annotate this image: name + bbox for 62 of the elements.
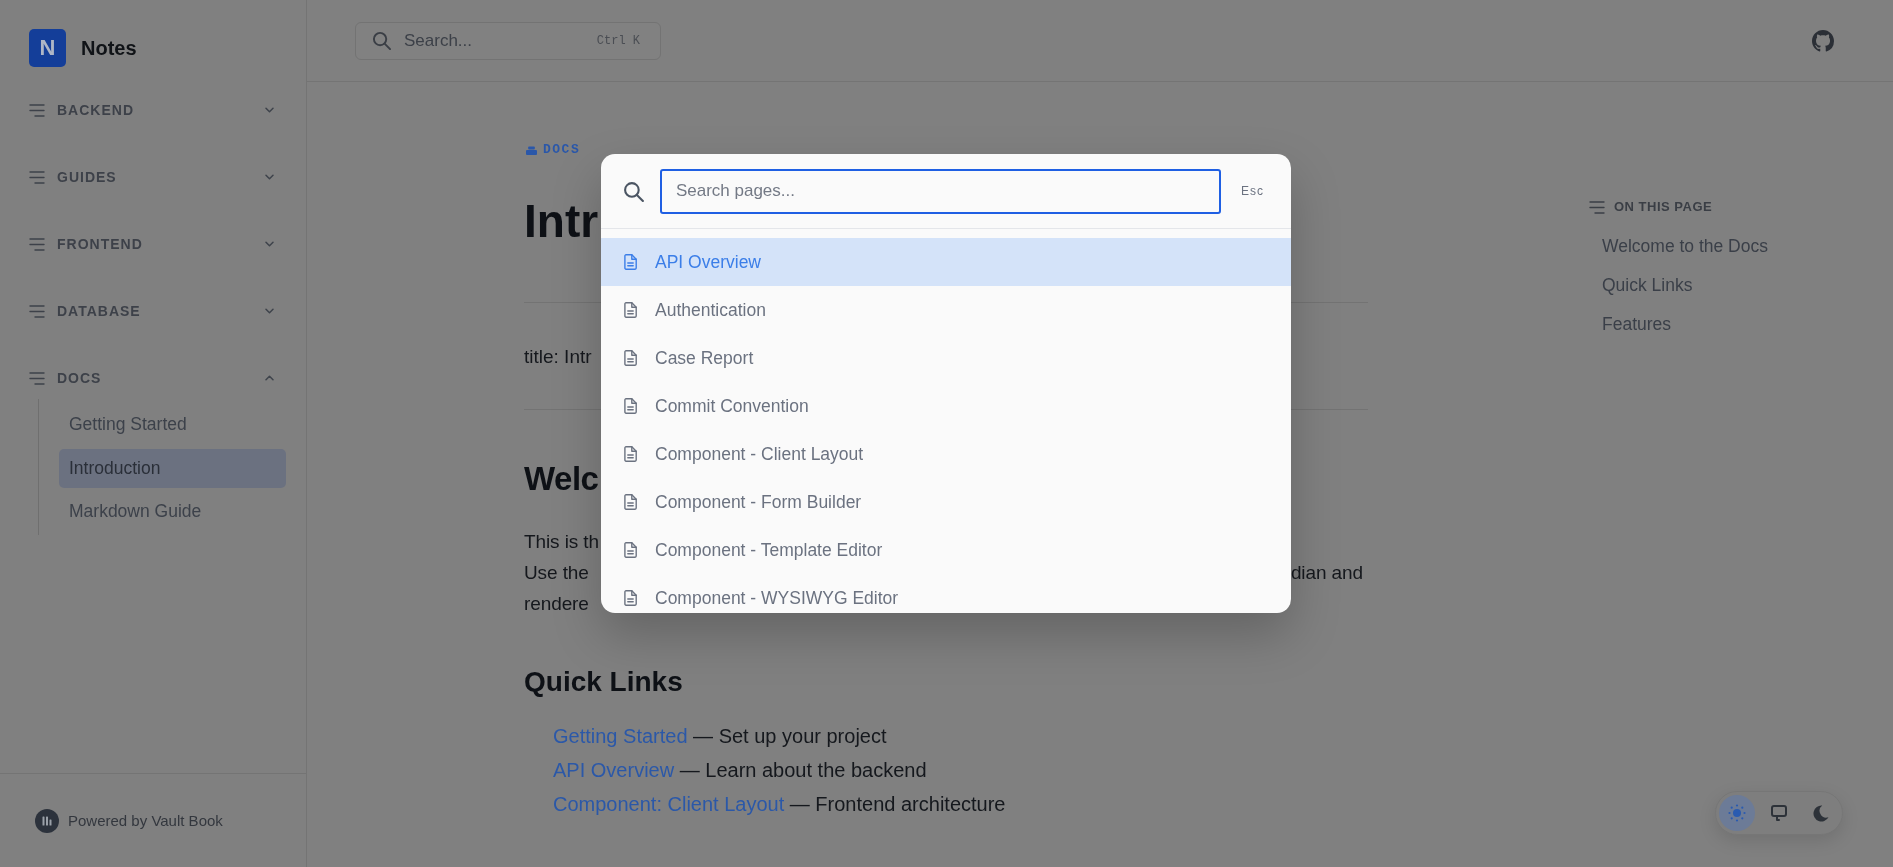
sun-icon xyxy=(1728,804,1746,822)
toc-heading: ON THIS PAGE xyxy=(1614,198,1713,216)
section-heading: Quick Links xyxy=(524,665,683,699)
toc-link[interactable]: Quick Links xyxy=(1602,266,1693,305)
link[interactable]: Getting Started xyxy=(553,724,688,747)
document-icon xyxy=(624,446,637,462)
esc-key-hint: Esc xyxy=(1241,183,1264,199)
list-icon xyxy=(29,170,45,184)
nav-item[interactable]: Introduction xyxy=(59,448,286,488)
app-title: Notes xyxy=(81,36,137,60)
bars-logo-icon xyxy=(35,808,59,833)
nav-item[interactable]: Getting Started xyxy=(59,405,286,444)
document-icon xyxy=(624,350,637,366)
search-result[interactable]: API Overview xyxy=(601,238,1291,286)
toc-link[interactable]: Features xyxy=(1602,305,1672,344)
list-icon xyxy=(29,237,45,251)
document-icon xyxy=(624,590,637,606)
search-result[interactable]: Component - Form Builder xyxy=(601,478,1291,526)
paragraph-text: Use the xyxy=(524,561,589,585)
section-heading: Welc xyxy=(524,459,599,499)
document-icon xyxy=(624,254,637,270)
nav-item[interactable]: Markdown Guide xyxy=(59,492,286,531)
github-icon[interactable] xyxy=(1812,29,1834,52)
list-icon xyxy=(29,371,45,385)
search-result[interactable]: Commit Convention xyxy=(601,382,1291,430)
list-item-text: API Overview — Learn about the backend xyxy=(553,757,927,783)
document-icon xyxy=(624,494,637,510)
list-item-text: Getting Started — Set up your project xyxy=(553,723,887,749)
stack-icon xyxy=(526,145,537,155)
paragraph-text: dian and xyxy=(1290,561,1363,585)
link[interactable]: Component: Client Layout xyxy=(553,792,785,815)
powered-by-text: Powered by Vault Book xyxy=(68,810,223,831)
document-icon xyxy=(624,542,637,558)
paragraph-text: This is th xyxy=(524,530,600,554)
nav-section-header[interactable]: GUIDES xyxy=(0,157,306,197)
search-result[interactable]: Component - WYSIWYG Editor xyxy=(601,574,1291,612)
link[interactable]: API Overview xyxy=(553,758,675,781)
document-icon xyxy=(624,302,637,318)
search-icon xyxy=(372,31,391,50)
moon-icon xyxy=(1813,804,1829,822)
list-item-text: Component: Client Layout — Frontend architecture xyxy=(553,791,1006,817)
toc-link[interactable]: Welcome to the Docs xyxy=(1602,227,1768,266)
frontmatter-text: title: Intr xyxy=(524,345,592,369)
breadcrumb-link[interactable]: DOCS xyxy=(524,140,581,160)
search-result[interactable]: Component - Template Editor xyxy=(601,526,1291,574)
app-logo: N xyxy=(29,29,66,67)
search-result[interactable]: Case Report xyxy=(601,334,1291,382)
search-result[interactable]: Component - Client Layout xyxy=(601,430,1291,478)
nav-section-header[interactable]: FRONTEND xyxy=(0,224,306,264)
search-input[interactable]: Search pages... xyxy=(659,168,1221,214)
list-icon xyxy=(29,304,45,318)
nav-section-header[interactable]: BACKEND xyxy=(0,90,306,130)
page-title: Intr xyxy=(524,194,599,249)
paragraph-text: rendere xyxy=(524,592,589,616)
nav-section-header[interactable]: DOCS xyxy=(0,358,306,398)
list-icon xyxy=(1589,200,1605,214)
search-icon xyxy=(623,180,644,202)
nav-section-header[interactable]: DATABASE xyxy=(0,291,306,331)
list-icon xyxy=(29,103,45,117)
search-result[interactable]: Authentication xyxy=(601,286,1291,334)
monitor-icon xyxy=(1771,805,1787,821)
document-icon xyxy=(624,398,637,414)
